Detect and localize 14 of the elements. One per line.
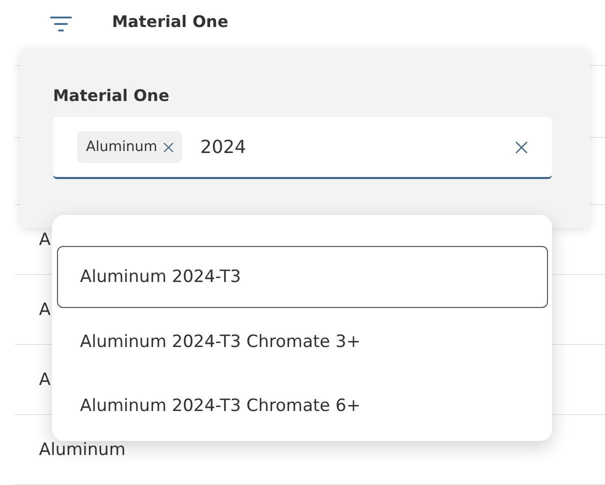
table-cell: A: [39, 230, 51, 250]
clear-icon[interactable]: [515, 140, 528, 154]
table-cell: A: [39, 370, 51, 390]
field-label: Material One: [53, 86, 170, 105]
table-cell: Aluminum: [39, 440, 126, 460]
combobox-field[interactable]: Aluminum 2024: [53, 117, 552, 179]
close-icon[interactable]: [163, 142, 174, 152]
dropdown-option[interactable]: Aluminum 2024-T3 Chromate 6+: [57, 374, 548, 438]
column-title: Material One: [112, 12, 228, 31]
dropdown-option[interactable]: Aluminum 2024-T3: [57, 246, 548, 308]
table-cell: A: [39, 300, 51, 320]
dropdown-option[interactable]: Aluminum 2024-T3 Chromate 3+: [57, 310, 548, 374]
tag-chip[interactable]: Aluminum: [77, 131, 182, 163]
filter-icon[interactable]: [50, 16, 72, 32]
